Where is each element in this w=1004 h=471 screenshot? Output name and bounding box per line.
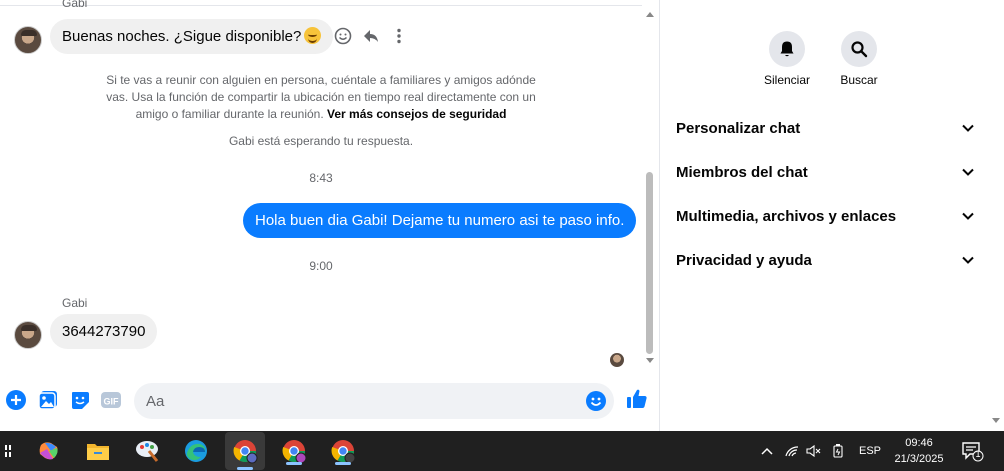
chevron-up-icon[interactable] (760, 446, 774, 456)
add-icon[interactable] (5, 389, 27, 411)
message-bubble-outgoing[interactable]: Hola buen dia Gabi! Dejame tu numero asi… (243, 203, 637, 238)
notification-count: 1 (975, 449, 981, 459)
safety-notice-line: vas. Usa la función de compartir la ubic… (106, 90, 536, 104)
mute-action[interactable]: Silenciar (757, 31, 817, 87)
gif-icon[interactable]: GIF (100, 389, 122, 411)
message-actions (334, 27, 408, 45)
show-hidden-icons[interactable] (760, 431, 774, 471)
notifications-icon[interactable]: 1 (961, 431, 985, 471)
scroll-down-arrow-icon[interactable] (646, 358, 654, 363)
messenger-app: Gabi Buenas noches. ¿Sigue disponible? S… (0, 0, 1004, 431)
chrome-profile-2-icon[interactable] (280, 437, 308, 465)
section-chat-members[interactable]: Miembros del chat (676, 160, 976, 184)
windows-taskbar: ESP 09:46 21/3/2025 1 (0, 431, 1004, 471)
task-view-icon[interactable] (0, 437, 20, 465)
wifi-icon[interactable] (784, 431, 800, 471)
emoji-icon[interactable] (585, 390, 607, 412)
svg-text:GIF: GIF (104, 397, 120, 407)
search-action[interactable]: Buscar (829, 31, 889, 87)
message-bubble-incoming[interactable]: Buenas noches. ¿Sigue disponible? (50, 19, 334, 54)
clock-time: 09:46 (905, 437, 933, 449)
safety-notice-line: amigo o familiar durante la reunión. Ver… (135, 107, 507, 121)
seen-avatar (610, 353, 624, 367)
safety-notice: Si te vas a reunir con alguien en person… (90, 72, 552, 123)
scroll-up-arrow-icon[interactable] (646, 12, 654, 17)
timestamp: 9:00 (309, 259, 333, 273)
running-app-indicator (335, 462, 351, 465)
chrome-profile-1-icon[interactable] (225, 432, 265, 470)
sender-name: Gabi (62, 0, 88, 10)
search-label: Buscar (840, 73, 878, 87)
active-app-indicator (237, 467, 253, 470)
copilot-icon[interactable] (35, 437, 63, 465)
language-indicator[interactable]: ESP (859, 431, 881, 471)
chat-pane: Gabi Buenas noches. ¿Sigue disponible? S… (0, 0, 660, 431)
react-icon[interactable] (334, 27, 352, 45)
battery-icon[interactable] (831, 431, 845, 471)
section-label: Privacidad y ayuda (676, 251, 812, 269)
section-label: Miembros del chat (676, 163, 808, 181)
message-input[interactable] (146, 391, 576, 411)
reply-icon[interactable] (362, 27, 380, 45)
chevron-down-icon (962, 256, 974, 264)
clock[interactable]: 09:46 21/3/2025 (888, 435, 950, 467)
section-media-files-links[interactable]: Multimedia, archivos y enlaces (676, 204, 976, 228)
chevron-down-icon (962, 212, 974, 220)
header-divider (0, 0, 642, 6)
volume-muted-icon[interactable] (806, 431, 822, 471)
message-bubble-incoming[interactable]: 3644273790 (50, 314, 158, 349)
sender-name: Gabi (62, 296, 88, 310)
scroll-down-arrow-icon[interactable] (992, 418, 1000, 423)
chat-scrollbar[interactable] (643, 0, 657, 372)
smiling-face-icon (304, 27, 322, 44)
waiting-status: Gabi está esperando tu respuesta. (228, 134, 414, 148)
avatar[interactable] (14, 321, 42, 349)
file-explorer-icon[interactable] (84, 437, 112, 465)
mute-label: Silenciar (763, 73, 811, 87)
search-icon[interactable] (841, 31, 877, 67)
chevron-down-icon (962, 124, 974, 132)
photo-icon[interactable] (37, 389, 59, 411)
section-customize-chat[interactable]: Personalizar chat (676, 116, 976, 140)
chevron-down-icon (962, 168, 974, 176)
safety-tips-link[interactable]: Ver más consejos de seguridad (327, 107, 506, 121)
avatar[interactable] (14, 26, 42, 54)
running-app-indicator (286, 462, 302, 465)
message-composer: GIF (0, 383, 660, 423)
thumbs-up-icon[interactable] (626, 388, 648, 410)
edge-icon[interactable] (182, 437, 210, 465)
message-input-box[interactable] (134, 383, 614, 419)
paint-icon[interactable] (134, 437, 162, 465)
safety-notice-line: Si te vas a reunir con alguien en person… (106, 73, 536, 87)
section-label: Personalizar chat (676, 119, 801, 137)
clock-date: 21/3/2025 (894, 453, 944, 465)
chat-info-pane: Silenciar Buscar Personalizar chat Miemb… (661, 0, 1004, 431)
timestamp: 8:43 (309, 171, 333, 185)
section-privacy-help[interactable]: Privacidad y ayuda (676, 248, 976, 272)
sticker-icon[interactable] (69, 389, 91, 411)
section-label: Multimedia, archivos y enlaces (676, 207, 897, 225)
message-text: Buenas noches. ¿Sigue disponible? (62, 28, 302, 45)
chrome-profile-3-icon[interactable] (329, 437, 357, 465)
more-options-icon[interactable] (390, 27, 408, 45)
bell-icon[interactable] (769, 31, 805, 67)
scroll-thumb[interactable] (646, 172, 653, 354)
